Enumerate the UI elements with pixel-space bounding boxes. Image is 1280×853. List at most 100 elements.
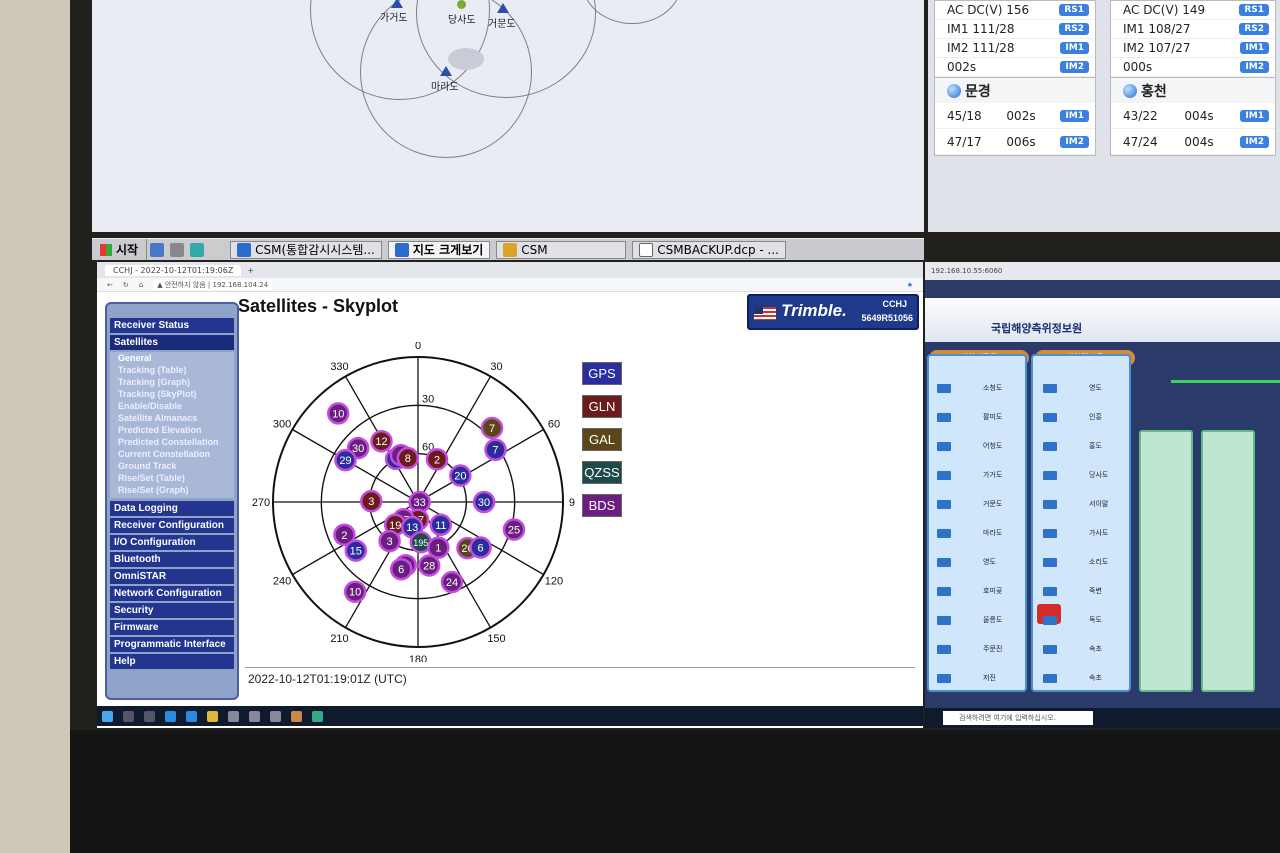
taskbar-item[interactable]: CSM	[496, 240, 627, 259]
station-device-icon[interactable]	[937, 500, 951, 509]
status-badge[interactable]: IM2	[1240, 135, 1269, 148]
submenu-item[interactable]: Tracking (Graph)	[110, 377, 234, 389]
station-device-icon[interactable]	[937, 471, 951, 480]
sidebar-item[interactable]: Satellites	[110, 335, 234, 350]
station-device-icon[interactable]	[937, 558, 951, 567]
submenu-item[interactable]: Ground Track	[110, 461, 234, 473]
satellite-marker[interactable]: 11	[429, 513, 453, 537]
sidebar-item[interactable]: Security	[110, 603, 234, 618]
favorite-star-icon[interactable]: ★	[907, 281, 923, 289]
satellite-marker[interactable]: 3	[360, 489, 383, 513]
satellite-marker[interactable]: 25	[502, 518, 526, 541]
sidebar-item[interactable]: Programmatic Interface	[110, 637, 234, 652]
submenu-item[interactable]: Current Constellation	[110, 449, 234, 461]
satellite-marker[interactable]: 15	[344, 539, 368, 562]
station-device-icon[interactable]	[1043, 413, 1057, 422]
station-device-icon[interactable]	[1043, 674, 1057, 683]
satellite-marker[interactable]: 10	[343, 580, 367, 603]
satellite-marker[interactable]: 29	[334, 448, 357, 472]
submenu-item[interactable]: Rise/Set (Graph)	[110, 485, 234, 497]
sidebar-item[interactable]: Receiver Configuration	[110, 518, 234, 533]
station-device-icon[interactable]	[937, 674, 951, 683]
satellite-marker[interactable]: 7	[480, 416, 504, 440]
taskbar-item[interactable]: CSMBACKUP.dcp - ...	[632, 240, 786, 259]
sidebar-item[interactable]: Help	[110, 654, 234, 669]
satellite-marker[interactable]: 12	[370, 429, 393, 453]
station-device-icon[interactable]	[1043, 587, 1057, 596]
station-device-icon[interactable]	[937, 616, 951, 625]
taskbar-item-active[interactable]: 지도 크게보기	[387, 240, 491, 259]
folder-icon[interactable]	[207, 710, 218, 722]
station-device-icon[interactable]	[937, 442, 951, 451]
taskbar-search-box[interactable]: 검색하려면 여기에 입력하십시오.	[943, 711, 1093, 725]
submenu-item[interactable]: Tracking (SkyPlot)	[110, 389, 234, 401]
status-badge[interactable]: IM2	[1240, 61, 1269, 73]
site-marker-icon[interactable]	[497, 3, 509, 13]
satellite-marker[interactable]: 10	[326, 402, 350, 425]
satellite-marker[interactable]: 20	[449, 464, 472, 487]
station-device-icon[interactable]	[1043, 616, 1057, 625]
submenu-item[interactable]: Tracking (Table)	[110, 365, 234, 377]
sidebar-item[interactable]: I/O Configuration	[110, 535, 234, 550]
edge-icon[interactable]	[165, 710, 176, 722]
station-device-icon[interactable]	[1043, 471, 1057, 480]
sidebar-item[interactable]: OmniSTAR	[110, 569, 234, 584]
station-device-icon[interactable]	[1043, 442, 1057, 451]
station-device-icon[interactable]	[1043, 384, 1057, 393]
station-device-icon[interactable]	[937, 587, 951, 596]
site-dot-icon[interactable]	[457, 0, 466, 9]
browser-icon[interactable]	[186, 710, 197, 722]
ie-icon[interactable]	[190, 242, 205, 257]
status-badge[interactable]: IM1	[1060, 109, 1089, 122]
satellite-marker[interactable]: 30	[472, 490, 496, 514]
status-badge[interactable]: IM1	[1060, 42, 1089, 54]
explorer-icon[interactable]	[170, 242, 185, 257]
status-badge[interactable]: RS2	[1239, 23, 1269, 35]
home-icon[interactable]: ⌂	[139, 281, 143, 289]
start-button[interactable]: 시작	[92, 239, 148, 260]
satellite-marker[interactable]: 7	[484, 438, 507, 461]
sidebar-item[interactable]: Bluetooth	[110, 552, 234, 567]
task-view-icon[interactable]	[144, 710, 155, 722]
site-marker-icon[interactable]	[391, 0, 403, 8]
satellite-marker[interactable]: 24	[440, 570, 464, 594]
sidebar-item[interactable]: Network Configuration	[110, 586, 234, 601]
app-icon[interactable]	[228, 710, 239, 722]
browser-tab[interactable]: CCHJ - 2022-10-12T01:19:06Z	[105, 264, 242, 276]
net-url[interactable]: 192.168.10.55:6060	[931, 267, 1002, 275]
desktop-icon[interactable]	[150, 242, 165, 257]
app-icon[interactable]	[270, 710, 281, 722]
back-icon[interactable]: ←	[107, 281, 113, 289]
satellite-marker[interactable]: 6	[469, 536, 492, 559]
status-badge[interactable]: RS2	[1059, 23, 1089, 35]
status-badge[interactable]: RS1	[1059, 4, 1089, 16]
satellite-marker[interactable]: 3	[378, 529, 401, 553]
submenu-item[interactable]: Rise/Set (Table)	[110, 473, 234, 485]
sidebar-item[interactable]: Data Logging	[110, 501, 234, 516]
satellite-marker[interactable]: 8	[396, 446, 420, 470]
status-badge[interactable]: RS1	[1239, 4, 1269, 16]
app-icon[interactable]	[312, 710, 323, 722]
station-device-icon[interactable]	[1043, 529, 1057, 538]
submenu-item[interactable]: Satellite Almanacs	[110, 413, 234, 425]
satellite-marker[interactable]: 28	[417, 554, 441, 577]
url-field[interactable]: ▲ 안전하지 않음 | 192.168.104.24	[153, 279, 273, 290]
document-icon[interactable]	[210, 242, 225, 257]
station-device-icon[interactable]	[937, 384, 951, 393]
station-device-icon[interactable]	[1043, 558, 1057, 567]
satellite-marker[interactable]: 2	[425, 448, 449, 471]
new-tab-icon[interactable]: +	[247, 266, 254, 275]
station-device-icon[interactable]	[1043, 500, 1057, 509]
app-icon[interactable]	[291, 710, 302, 722]
sidebar-item[interactable]: Firmware	[110, 620, 234, 635]
status-badge[interactable]: IM2	[1060, 61, 1089, 73]
status-badge[interactable]: IM1	[1240, 109, 1269, 122]
submenu-item[interactable]: Predicted Elevation	[110, 425, 234, 437]
satellite-marker[interactable]: 6	[389, 557, 413, 581]
station-device-icon[interactable]	[937, 413, 951, 422]
station-device-icon[interactable]	[937, 529, 951, 538]
app-icon[interactable]	[249, 710, 260, 722]
windows-start-icon[interactable]	[102, 710, 113, 722]
taskbar-item[interactable]: CSM(통합감시시스템...	[230, 240, 382, 259]
submenu-item[interactable]: Predicted Constellation	[110, 437, 234, 449]
